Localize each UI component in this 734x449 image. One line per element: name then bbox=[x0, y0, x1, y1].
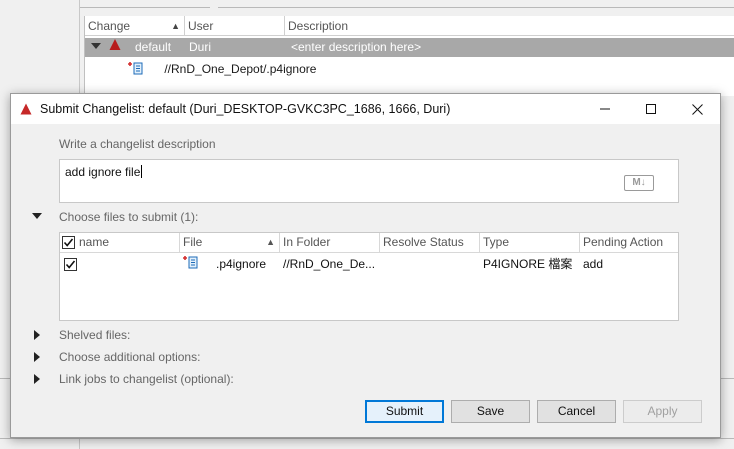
description-value: add ignore file bbox=[65, 165, 141, 179]
changelist-description: <enter description here> bbox=[291, 40, 422, 54]
file-path: //RnD_One_Depot/.p4ignore bbox=[164, 62, 317, 76]
column-header-change[interactable]: Change ▲ bbox=[85, 16, 185, 36]
cell-action: add bbox=[583, 257, 604, 271]
file-add-icon bbox=[127, 61, 143, 80]
files-table-header: name File ▲ In Folder Resolve Status Typ… bbox=[60, 233, 678, 253]
shelved-expand-icon[interactable] bbox=[34, 330, 40, 340]
select-all-checkbox[interactable] bbox=[62, 236, 75, 249]
changelist-file-row[interactable]: //RnD_One_Depot/.p4ignore bbox=[127, 60, 316, 78]
files-section-label[interactable]: Choose files to submit (1): bbox=[59, 210, 198, 224]
column-header-action[interactable]: Pending Action bbox=[580, 233, 678, 253]
additional-options-label[interactable]: Choose additional options: bbox=[59, 350, 200, 364]
changelist-name: default bbox=[135, 40, 172, 54]
sort-up-icon: ▲ bbox=[266, 237, 275, 247]
maximize-icon bbox=[646, 104, 656, 114]
text-caret bbox=[141, 165, 143, 178]
cell-file: .p4ignore bbox=[216, 257, 267, 271]
description-textarea[interactable]: add ignore file M↓ bbox=[59, 159, 679, 203]
submit-button[interactable]: Submit bbox=[365, 400, 444, 423]
apply-button[interactable]: Apply bbox=[623, 400, 702, 423]
sort-up-icon: ▲ bbox=[171, 21, 180, 31]
column-header-type[interactable]: Type bbox=[480, 233, 580, 253]
expand-arrow-icon[interactable] bbox=[91, 43, 101, 49]
minimize-icon bbox=[600, 108, 610, 110]
files-section-expand-icon[interactable] bbox=[32, 213, 42, 219]
checkmark-icon bbox=[65, 260, 76, 269]
column-header-user[interactable]: User bbox=[185, 16, 285, 36]
dialog-title: Submit Changelist: default (Duri_DESKTOP… bbox=[40, 102, 451, 116]
column-header-name[interactable]: name bbox=[60, 233, 180, 253]
save-button[interactable]: Save bbox=[451, 400, 530, 423]
cell-type: P4IGNORE 檔案 bbox=[483, 257, 573, 271]
maximize-button[interactable] bbox=[628, 94, 674, 124]
cell-resolve bbox=[380, 254, 383, 274]
changelist-user: Duri bbox=[189, 40, 212, 54]
cancel-button[interactable]: Cancel bbox=[537, 400, 616, 423]
column-header-folder[interactable]: In Folder bbox=[280, 233, 380, 253]
row-checkbox[interactable] bbox=[64, 258, 77, 271]
jobs-expand-icon[interactable] bbox=[34, 374, 40, 384]
p4v-logo-icon bbox=[20, 103, 32, 118]
link-jobs-label[interactable]: Link jobs to changelist (optional): bbox=[59, 372, 234, 386]
file-add-icon bbox=[182, 255, 198, 272]
description-label: Write a changelist description bbox=[59, 137, 216, 151]
changelist-row-default[interactable]: default Duri <enter description here> bbox=[85, 38, 734, 57]
background-toolbar bbox=[80, 0, 734, 16]
close-button[interactable] bbox=[674, 94, 720, 124]
cell-folder: //RnD_One_De... bbox=[283, 257, 376, 271]
dialog-titlebar[interactable]: Submit Changelist: default (Duri_DESKTOP… bbox=[11, 94, 720, 124]
shelved-files-label[interactable]: Shelved files: bbox=[59, 328, 130, 342]
background-divider bbox=[0, 438, 734, 439]
checkmark-icon bbox=[63, 238, 74, 247]
close-icon bbox=[691, 103, 703, 115]
minimize-button[interactable] bbox=[582, 94, 628, 124]
pending-list-header: Change ▲ User Description bbox=[85, 16, 734, 36]
changelist-icon bbox=[109, 38, 121, 57]
column-header-description[interactable]: Description bbox=[285, 16, 734, 36]
column-header-resolve[interactable]: Resolve Status bbox=[380, 233, 480, 253]
pending-changelists-pane: Change ▲ User Description default Duri <… bbox=[84, 16, 734, 96]
submit-changelist-dialog: Submit Changelist: default (Duri_DESKTOP… bbox=[10, 93, 721, 438]
options-expand-icon[interactable] bbox=[34, 352, 40, 362]
markdown-icon[interactable]: M↓ bbox=[624, 175, 654, 191]
column-header-file[interactable]: File ▲ bbox=[180, 233, 280, 253]
files-table: name File ▲ In Folder Resolve Status Typ… bbox=[59, 232, 679, 321]
